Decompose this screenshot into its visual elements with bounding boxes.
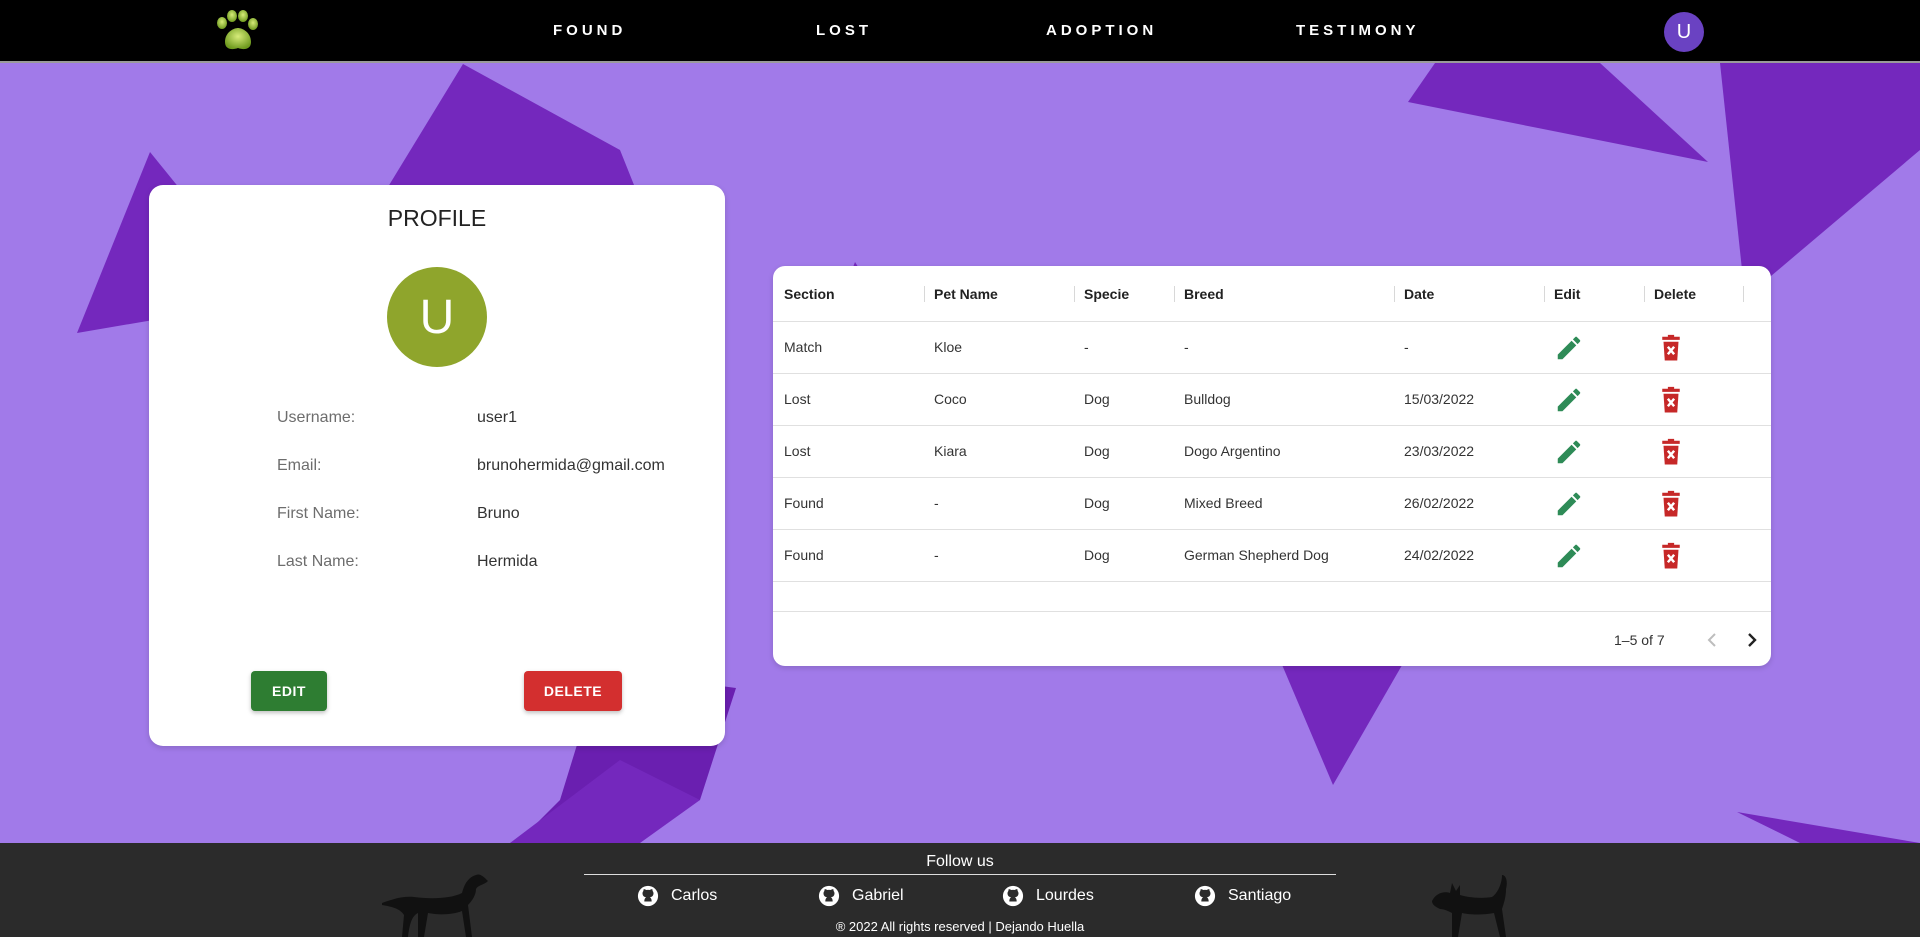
column-header-section[interactable]: Section — [784, 286, 835, 302]
column-header-date[interactable]: Date — [1404, 286, 1434, 302]
email-label: Email: — [277, 457, 322, 474]
column-header-delete[interactable]: Delete — [1654, 286, 1696, 302]
column-separator[interactable] — [1074, 286, 1075, 302]
edit-profile-button[interactable]: EDIT — [251, 671, 327, 711]
pagination-range: 1–5 of 7 — [1614, 632, 1665, 648]
cell-breed: Mixed Breed — [1184, 495, 1263, 511]
next-page-icon[interactable] — [1740, 628, 1764, 652]
table-pagination: 1–5 of 7 — [773, 611, 1771, 666]
cell-specie: Dog — [1084, 547, 1110, 563]
github-link-gabriel[interactable]: Gabriel — [818, 885, 904, 907]
cell-section: Match — [784, 339, 823, 355]
column-separator[interactable] — [1394, 286, 1395, 302]
contributor-name[interactable]: Santiago — [1228, 887, 1291, 905]
user-avatar[interactable]: U — [1664, 12, 1704, 52]
contributor-name[interactable]: Lourdes — [1036, 887, 1094, 905]
github-link-santiago[interactable]: Santiago — [1194, 885, 1291, 907]
nav-link-testimony[interactable]: TESTIMONY — [1296, 22, 1420, 39]
copyright-text: ® 2022 All rights reserved | Dejando Hue… — [835, 919, 1085, 934]
table-row: Match Kloe - - - — [773, 322, 1771, 374]
edit-pencil-icon[interactable] — [1554, 385, 1584, 415]
contributor-name[interactable]: Carlos — [671, 887, 717, 905]
profile-avatar: U — [387, 267, 487, 367]
delete-trash-icon[interactable] — [1656, 489, 1686, 519]
nav-link-lost[interactable]: LOST — [816, 22, 872, 39]
column-separator[interactable] — [1743, 286, 1744, 302]
username-label: Username: — [277, 409, 356, 426]
table-row: Lost Coco Dog Bulldog 15/03/2022 — [773, 374, 1771, 426]
cell-date: - — [1404, 339, 1409, 355]
github-link-carlos[interactable]: Carlos — [637, 885, 717, 907]
column-separator[interactable] — [924, 286, 925, 302]
table-header: Section Pet Name Specie Breed Date Edit … — [773, 266, 1771, 322]
navbar: FOUND LOST ADOPTION TESTIMONY U — [0, 0, 1920, 63]
cell-pet-name: - — [934, 495, 939, 511]
first-name-value: Bruno — [477, 505, 520, 522]
cell-section: Found — [784, 495, 824, 511]
cell-breed: German Shepherd Dog — [1184, 547, 1329, 563]
nav-link-adoption[interactable]: ADOPTION — [1046, 22, 1157, 39]
footer: Follow us Carlos Gabriel Lourdes Santiag… — [0, 843, 1920, 937]
edit-pencil-icon[interactable] — [1554, 489, 1584, 519]
cell-breed: - — [1184, 339, 1189, 355]
table-row: Found - Dog German Shepherd Dog 24/02/2022 — [773, 530, 1771, 582]
cell-date: 23/03/2022 — [1404, 443, 1475, 459]
table-row: Found - Dog Mixed Breed 26/02/2022 — [773, 478, 1771, 530]
delete-trash-icon[interactable] — [1656, 437, 1686, 467]
email-value: brunohermida@gmail.com — [477, 457, 665, 474]
first-name-label: First Name: — [277, 505, 360, 522]
cell-specie: Dog — [1084, 391, 1110, 407]
edit-pencil-icon[interactable] — [1554, 541, 1584, 571]
edit-pencil-icon[interactable] — [1554, 333, 1584, 363]
previous-page-icon[interactable] — [1700, 628, 1724, 652]
column-header-pet-name[interactable]: Pet Name — [934, 286, 998, 302]
table-row: Lost Kiara Dog Dogo Argentino 23/03/2022 — [773, 426, 1771, 478]
paw-logo-icon[interactable] — [212, 10, 262, 54]
cell-section: Lost — [784, 391, 811, 407]
github-icon — [1194, 885, 1216, 907]
cell-section: Lost — [784, 443, 811, 459]
github-icon — [818, 885, 840, 907]
cell-date: 15/03/2022 — [1404, 391, 1475, 407]
last-name-label: Last Name: — [277, 553, 359, 570]
contributor-name[interactable]: Gabriel — [852, 887, 904, 905]
column-header-edit[interactable]: Edit — [1554, 286, 1580, 302]
column-separator[interactable] — [1544, 286, 1545, 302]
cell-breed: Dogo Argentino — [1184, 443, 1281, 459]
column-header-breed[interactable]: Breed — [1184, 286, 1224, 302]
delete-trash-icon[interactable] — [1656, 541, 1686, 571]
column-separator[interactable] — [1174, 286, 1175, 302]
cell-pet-name: Coco — [934, 391, 967, 407]
posts-table: Section Pet Name Specie Breed Date Edit … — [773, 266, 1771, 666]
github-icon — [1002, 885, 1024, 907]
github-link-lourdes[interactable]: Lourdes — [1002, 885, 1094, 907]
edit-pencil-icon[interactable] — [1554, 437, 1584, 467]
delete-trash-icon[interactable] — [1656, 333, 1686, 363]
column-header-specie[interactable]: Specie — [1084, 286, 1129, 302]
cell-pet-name: Kloe — [934, 339, 963, 355]
follow-us-heading: Follow us — [926, 853, 994, 870]
github-icon — [637, 885, 659, 907]
delete-profile-button[interactable]: DELETE — [524, 671, 622, 711]
cell-pet-name: Kiara — [934, 443, 967, 459]
cell-pet-name: - — [934, 547, 939, 563]
cell-specie: - — [1084, 339, 1089, 355]
profile-title: PROFILE — [387, 205, 487, 231]
cell-date: 24/02/2022 — [1404, 547, 1475, 563]
cell-breed: Bulldog — [1184, 391, 1231, 407]
last-name-value: Hermida — [477, 553, 538, 570]
nav-link-found[interactable]: FOUND — [553, 22, 626, 39]
divider — [584, 874, 1336, 875]
cell-specie: Dog — [1084, 495, 1110, 511]
cell-section: Found — [784, 547, 824, 563]
profile-card: PROFILE U Username: user1 Email: brunohe… — [149, 185, 725, 746]
username-value: user1 — [477, 409, 518, 426]
cell-date: 26/02/2022 — [1404, 495, 1475, 511]
cell-specie: Dog — [1084, 443, 1110, 459]
delete-trash-icon[interactable] — [1656, 385, 1686, 415]
column-separator[interactable] — [1644, 286, 1645, 302]
